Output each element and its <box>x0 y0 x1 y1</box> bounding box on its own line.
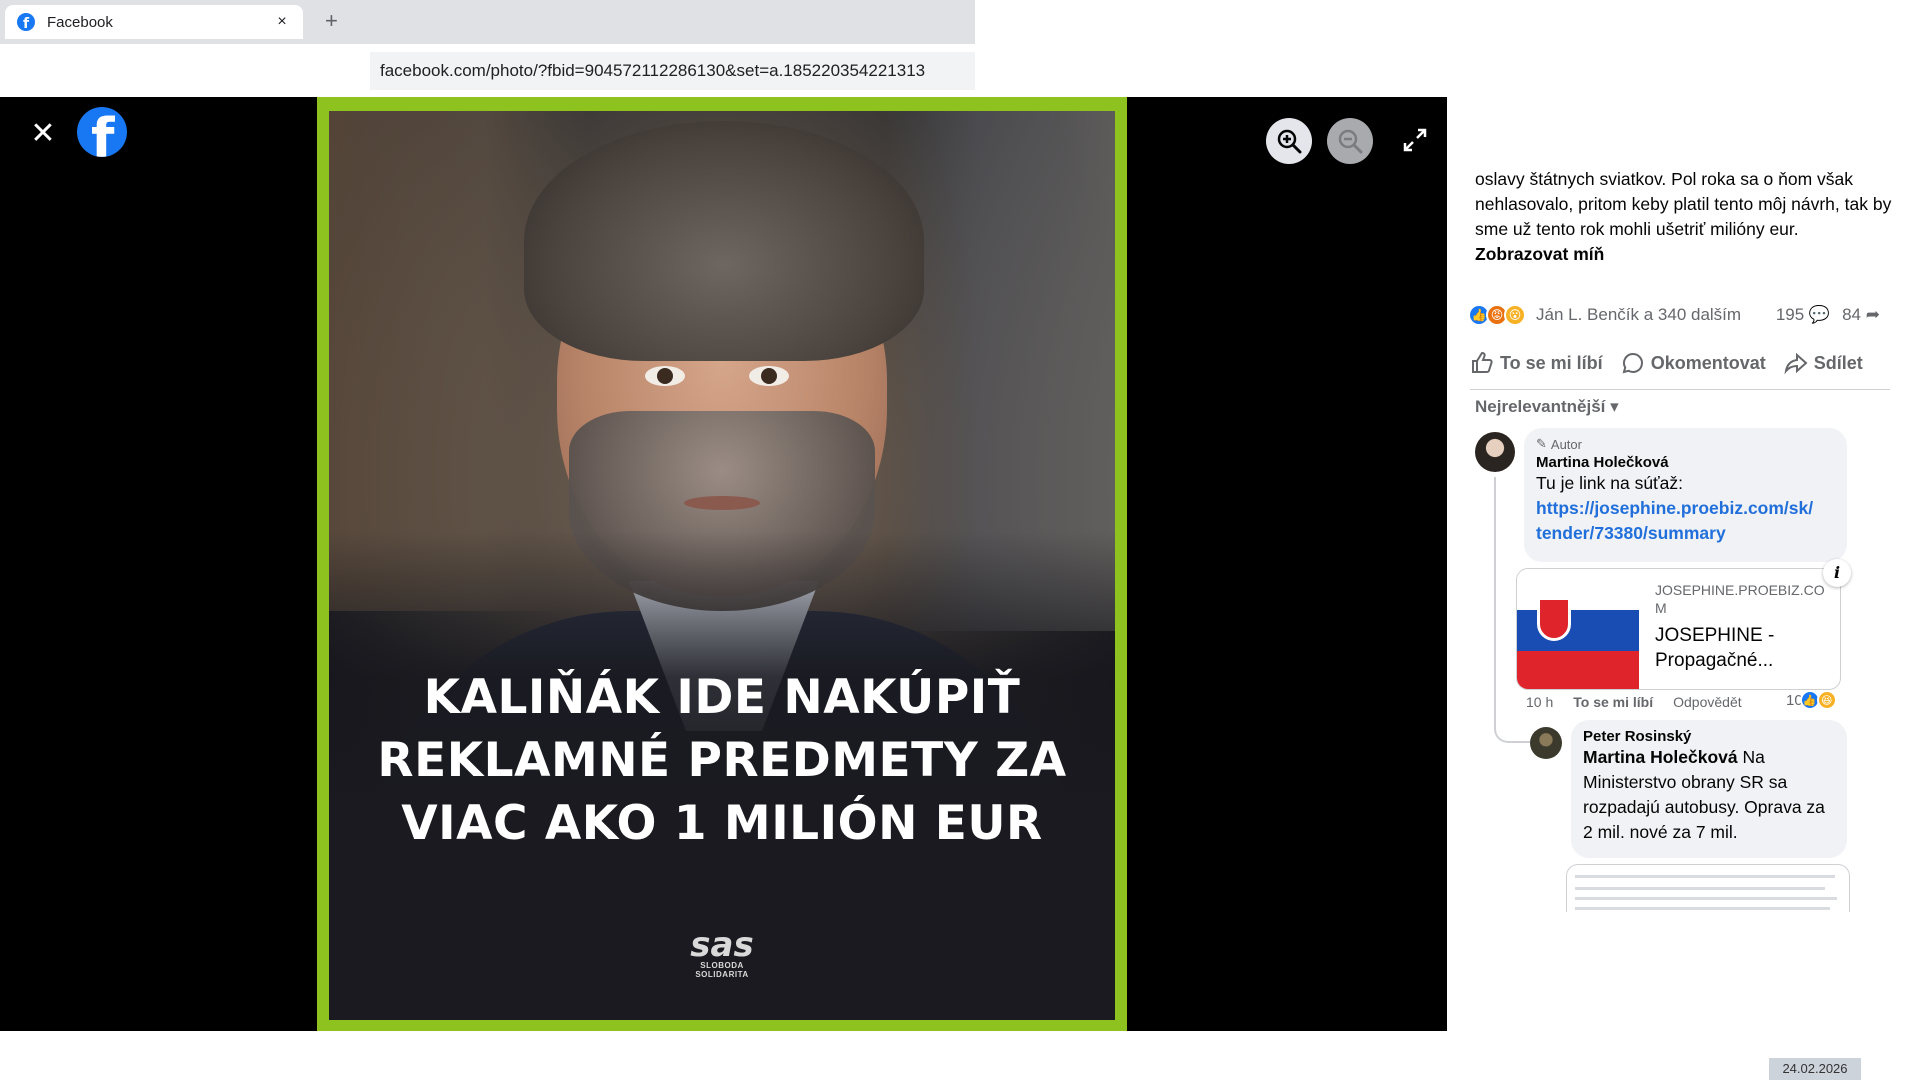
zoom-in-button[interactable] <box>1266 118 1312 164</box>
preview-domain: JOSEPHINE.PROEBIZ.COM <box>1655 582 1825 616</box>
comment-count-icon: 💬 <box>1808 305 1831 324</box>
comment-link[interactable]: https://josephine.proebiz.com/sk/ tender… <box>1536 496 1835 546</box>
zoom-out-icon <box>1338 129 1363 154</box>
share-icon <box>1784 352 1808 375</box>
address-bar[interactable]: facebook.com/photo/?fbid=904572112286130… <box>370 52 975 90</box>
share-count-icon: ➦ <box>1865 305 1880 324</box>
show-less-link[interactable]: Zobrazovat míň <box>1475 244 1604 264</box>
reply-author[interactable]: Peter Rosinský <box>1583 728 1835 745</box>
comments-count[interactable]: 195 💬 <box>1776 305 1830 325</box>
like-button[interactable]: To se mi líbí <box>1470 351 1603 375</box>
comment-icon <box>1622 352 1643 374</box>
sas-logo: sas SLOBODA SOLIDARITA <box>690 925 754 979</box>
thumbs-up-icon <box>1472 351 1493 373</box>
post-photo: KALIŇÁK IDE NAKÚPIŤ REKLAMNÉ PREDMETY ZA… <box>329 111 1115 1020</box>
link-preview-card[interactable]: JOSEPHINE.PROEBIZ.COM JOSEPHINE - Propag… <box>1516 568 1841 690</box>
laugh-reaction-icon: 😆 <box>1816 690 1837 710</box>
tab-title: Facebook <box>47 13 113 31</box>
reply-bubble: Peter Rosinský Martina Holečková Na Mini… <box>1571 720 1847 858</box>
facebook-logo-icon[interactable]: f <box>77 107 127 157</box>
zoom-out-button[interactable] <box>1327 118 1373 164</box>
avatar[interactable] <box>1530 727 1562 759</box>
pencil-icon: ✎ <box>1536 436 1547 451</box>
photo-viewer: ✕ f KALIŇÁK IDE NAKÚPIŤ REKLAMNÉ PREDMET… <box>0 97 1447 1031</box>
comment-author[interactable]: Martina Holečková <box>1536 454 1835 471</box>
comment-time[interactable]: 10 h <box>1526 694 1553 710</box>
post-text: oslavy štátnych sviatkov. Pol roka sa o … <box>1475 169 1892 264</box>
fullscreen-icon[interactable] <box>1399 124 1431 156</box>
reply-text: Martina Holečková Na Ministerstvo obrany… <box>1583 747 1825 842</box>
reactions-bar[interactable]: 👍 😡 😮 Ján L. Benčík a 340 dalším 195 💬 8… <box>1468 302 1888 328</box>
comment-bubble: ✎ Autor Martina Holečková Tu je link na … <box>1524 428 1847 562</box>
date-stamp: 24.02.2026 <box>1769 1058 1861 1080</box>
mention-link[interactable]: Martina Holečková <box>1583 747 1738 767</box>
photo-frame: KALIŇÁK IDE NAKÚPIŤ REKLAMNÉ PREDMETY ZA… <box>317 97 1127 1031</box>
tab-close-icon[interactable]: × <box>273 13 291 31</box>
avatar[interactable] <box>1475 432 1515 472</box>
comment-text: Tu je link na súťaž: <box>1536 473 1683 493</box>
info-icon[interactable]: i <box>1823 559 1851 587</box>
caret-down-icon: ▾ <box>1610 397 1619 416</box>
reaction-names[interactable]: Ján L. Benčík a 340 dalším <box>1536 305 1741 325</box>
facebook-favicon-icon: f <box>17 13 35 31</box>
comment-button[interactable]: Okomentovat <box>1621 351 1766 375</box>
preview-title: JOSEPHINE - Propagačné... <box>1655 625 1775 671</box>
comment-reply-link[interactable]: Odpovědět <box>1673 694 1742 710</box>
browser-tab[interactable]: f Facebook × <box>5 5 303 39</box>
comment-reactions[interactable]: 10 👍 😆 <box>1786 690 1837 710</box>
slovak-flag-image <box>1517 569 1639 689</box>
photo-headline: KALIŇÁK IDE NAKÚPIŤ REKLAMNÉ PREDMETY ZA… <box>377 670 1067 851</box>
shares-count[interactable]: 84 ➦ <box>1842 305 1880 325</box>
reply-image-attachment[interactable] <box>1566 864 1850 912</box>
author-badge: ✎ Autor <box>1536 436 1582 452</box>
new-tab-button[interactable]: + <box>325 8 338 34</box>
comment-sort-dropdown[interactable]: Nejrelevantnější ▾ <box>1475 397 1619 417</box>
post-side-panel: oslavy štátnych sviatkov. Pol roka sa o … <box>1456 167 1896 912</box>
zoom-in-icon <box>1277 129 1302 154</box>
close-icon[interactable]: ✕ <box>28 119 58 149</box>
post-actions: To se mi líbí Okomentovat Sdílet <box>1470 341 1890 385</box>
wow-reaction-icon: 😮 <box>1504 304 1526 326</box>
comment-like-link[interactable]: To se mi líbí <box>1573 694 1653 710</box>
share-button[interactable]: Sdílet <box>1784 351 1863 375</box>
